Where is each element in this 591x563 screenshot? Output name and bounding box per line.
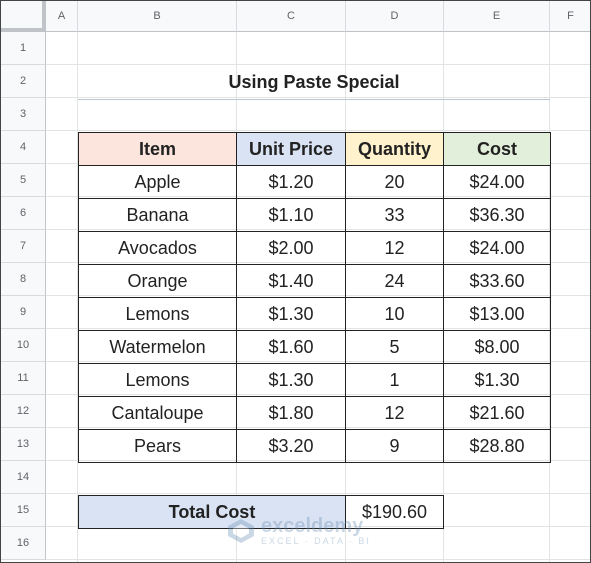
total-cost-label[interactable]: Total Cost (78, 495, 346, 529)
table-cell[interactable]: $1.80 (236, 396, 346, 430)
grid-row-line (46, 64, 590, 65)
table-cell[interactable]: $21.60 (443, 396, 551, 430)
grid-row-line (46, 493, 590, 494)
row-header-16[interactable]: 16 (1, 527, 46, 560)
table-cell[interactable]: 10 (345, 297, 444, 331)
table-cell[interactable]: Watermelon (78, 330, 237, 364)
table-header-cell[interactable]: Quantity (345, 132, 444, 166)
table-cell[interactable]: Pears (78, 429, 237, 463)
row-header-10[interactable]: 10 (1, 329, 46, 362)
table-cell[interactable]: $13.00 (443, 297, 551, 331)
table-cell[interactable]: $24.00 (443, 165, 551, 199)
table-cell[interactable]: 33 (345, 198, 444, 232)
column-header-b[interactable]: B (78, 1, 237, 32)
title-underline (78, 99, 550, 100)
row-header-5[interactable]: 5 (1, 164, 46, 197)
column-header-c[interactable]: C (237, 1, 346, 32)
row-header-1[interactable]: 1 (1, 32, 46, 65)
row-header-11[interactable]: 11 (1, 362, 46, 395)
table-cell[interactable]: $1.30 (443, 363, 551, 397)
grid-row-line (46, 130, 590, 131)
row-header-3[interactable]: 3 (1, 98, 46, 131)
column-header-f[interactable]: F (550, 1, 590, 32)
table-cell[interactable]: 5 (345, 330, 444, 364)
column-header-d[interactable]: D (346, 1, 444, 32)
table-cell[interactable]: $1.60 (236, 330, 346, 364)
table-cell[interactable]: Cantaloupe (78, 396, 237, 430)
table-cell[interactable]: $2.00 (236, 231, 346, 265)
table-cell[interactable]: $1.30 (236, 297, 346, 331)
table-header-cell[interactable]: Item (78, 132, 237, 166)
column-header-a[interactable]: A (46, 1, 78, 32)
table-cell[interactable]: Apple (78, 165, 237, 199)
table-cell[interactable]: $1.20 (236, 165, 346, 199)
table-cell[interactable]: 1 (345, 363, 444, 397)
row-header-15[interactable]: 15 (1, 494, 46, 527)
select-all-corner[interactable] (1, 1, 46, 32)
spreadsheet-window: ABCDEF 1 2 3 4 5 6 7 8 9 10 11 12 13 14 15 16 Using Pas… (0, 0, 591, 563)
table-header-cell[interactable]: Cost (443, 132, 551, 166)
table-cell[interactable]: $1.40 (236, 264, 346, 298)
row-header-4[interactable]: 4 (1, 131, 46, 164)
row-header-2[interactable]: 2 (1, 65, 46, 98)
row-header-13[interactable]: 13 (1, 428, 46, 461)
table-cell[interactable]: $28.80 (443, 429, 551, 463)
row-header-14[interactable]: 14 (1, 461, 46, 494)
table-cell[interactable]: $24.00 (443, 231, 551, 265)
row-header-12[interactable]: 12 (1, 395, 46, 428)
row-header-7[interactable]: 7 (1, 230, 46, 263)
table-cell[interactable]: $1.30 (236, 363, 346, 397)
row-header-8[interactable]: 8 (1, 263, 46, 296)
table-cell[interactable]: $36.30 (443, 198, 551, 232)
table-cell[interactable]: $3.20 (236, 429, 346, 463)
row-header-6[interactable]: 6 (1, 197, 46, 230)
row-header-9[interactable]: 9 (1, 296, 46, 329)
total-cost-value[interactable]: $190.60 (345, 495, 444, 529)
sheet-title[interactable]: Using Paste Special (78, 66, 550, 99)
table-cell[interactable]: $33.60 (443, 264, 551, 298)
watermark-tagline: EXCEL · DATA · BI (261, 536, 371, 546)
table-cell[interactable]: 12 (345, 396, 444, 430)
table-header-cell[interactable]: Unit Price (236, 132, 346, 166)
table-cell[interactable]: 24 (345, 264, 444, 298)
table-cell[interactable]: Avocados (78, 231, 237, 265)
grid-row-line (46, 559, 590, 560)
table-cell[interactable]: Lemons (78, 297, 237, 331)
table-cell[interactable]: Lemons (78, 363, 237, 397)
table-cell[interactable]: $1.10 (236, 198, 346, 232)
column-header-e[interactable]: E (444, 1, 550, 32)
table-cell[interactable]: Orange (78, 264, 237, 298)
table-cell[interactable]: 12 (345, 231, 444, 265)
table-cell[interactable]: $8.00 (443, 330, 551, 364)
table-cell[interactable]: 20 (345, 165, 444, 199)
table-cell[interactable]: Banana (78, 198, 237, 232)
table-cell[interactable]: 9 (345, 429, 444, 463)
